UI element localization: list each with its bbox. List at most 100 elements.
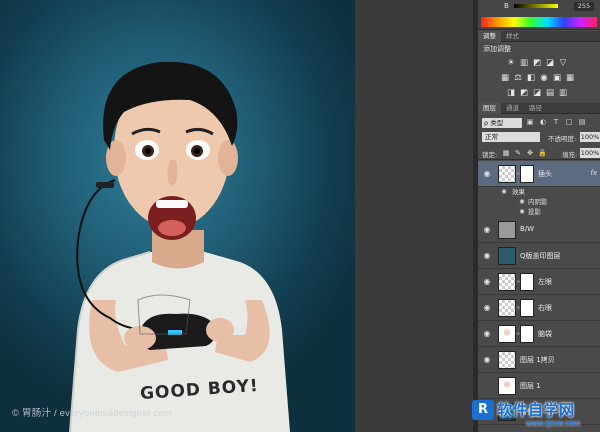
shape-filter-icon[interactable]: □ — [565, 118, 573, 127]
curves-icon[interactable]: ◩ — [532, 58, 542, 68]
effect-label: 投影 — [528, 208, 541, 216]
layer-row-left-eye[interactable]: ◉ ∞ 左眼 — [478, 269, 600, 295]
effect-eye-icon[interactable]: ◉ — [518, 208, 526, 216]
layer-name: 插头 — [538, 170, 552, 178]
exposure-icon[interactable]: ◪ — [545, 58, 555, 68]
brightness-icon[interactable]: ☀ — [506, 58, 516, 68]
visibility-eye-icon[interactable]: ◉ — [482, 303, 492, 313]
layer-thumbnail — [498, 325, 516, 343]
invert-icon[interactable]: ◨ — [506, 88, 516, 98]
effects-eye-icon[interactable]: ◉ — [500, 188, 508, 196]
color-spectrum[interactable] — [481, 17, 597, 27]
site-logo: R 软件自学网 www.rjzxw.com — [470, 398, 600, 432]
layer-list: ◉ ∞ 插头 fx ◉ 效果 ◉ 内阴影 ◉ 投影 ◉ B/W ◉ Q版盖印图层… — [478, 161, 600, 432]
pasteboard — [355, 0, 478, 432]
blend-mode-select[interactable]: 正常 — [482, 132, 540, 142]
visibility-eye-icon[interactable]: ◉ — [482, 355, 492, 365]
effect-eye-icon[interactable]: ◉ — [518, 198, 526, 206]
layer-row-layer1-copy[interactable]: ◉ 图层 1拷贝 — [478, 347, 600, 373]
visibility-eye-icon[interactable]: ◉ — [482, 169, 492, 179]
layer-mask-thumbnail[interactable] — [520, 325, 534, 343]
pixel-filter-icon[interactable]: ▣ — [526, 118, 534, 127]
layer-name: 脑袋 — [538, 330, 552, 338]
effect-row-drop-shadow[interactable]: ◉ 投影 — [478, 207, 600, 217]
adjustments-title: 添加调整 — [483, 45, 511, 53]
caricature-photo — [69, 61, 290, 432]
lock-transparency-icon[interactable]: ▦ — [502, 149, 510, 157]
adjustment-filter-icon[interactable]: ◐ — [539, 118, 547, 127]
fx-icon[interactable]: fx — [590, 169, 597, 177]
panels-dock: B 255 调整 样式 添加调整 ☀ ▥ ◩ ◪ ▽ ▦ ⚖ ◧ ◉ ▣ ▦ ◨… — [478, 0, 600, 432]
layer-row-right-eye[interactable]: ◉ ∞ 右眼 — [478, 295, 600, 321]
site-logo-mark: R — [472, 400, 494, 420]
effect-label: 内阴影 — [528, 198, 548, 206]
adjustments-row-1: ☀ ▥ ◩ ◪ ▽ — [506, 58, 600, 70]
lock-position-icon[interactable]: ✥ — [526, 149, 534, 157]
channel-value[interactable]: 255 — [574, 2, 594, 11]
vibrance-icon[interactable]: ▽ — [558, 58, 568, 68]
layer-thumbnail — [498, 221, 516, 239]
color-lookup-icon[interactable]: ▦ — [565, 73, 575, 83]
layer-filter-row: ρ 类型 ▣ ◐ T □ ▤ — [478, 116, 600, 130]
color-balance-icon[interactable]: ⚖ — [513, 73, 523, 83]
effects-row[interactable]: ◉ 效果 — [478, 187, 600, 197]
tab-layers[interactable]: 图层 — [478, 103, 501, 114]
layer-row-bw[interactable]: ◉ B/W — [478, 217, 600, 243]
adjustments-tabbar: 调整 样式 — [478, 31, 600, 42]
layer-thumbnail — [498, 247, 516, 265]
tab-paths[interactable]: 路径 — [524, 103, 547, 114]
layer-row-head[interactable]: ◉ ∞ 脑袋 — [478, 321, 600, 347]
tab-adjustments[interactable]: 调整 — [478, 31, 501, 42]
levels-icon[interactable]: ▥ — [519, 58, 529, 68]
channel-slider[interactable] — [514, 4, 558, 8]
layer-name: B/W — [520, 225, 535, 233]
layer-name: 图层 1 — [520, 382, 541, 390]
fill-input[interactable]: 100% — [580, 148, 600, 158]
layer-thumbnail — [498, 377, 516, 395]
posterize-icon[interactable]: ◩ — [519, 88, 529, 98]
site-logo-url: www.rjzxw.com — [526, 419, 581, 428]
black-white-icon[interactable]: ◧ — [526, 73, 536, 83]
opacity-input[interactable]: 100% — [580, 132, 600, 142]
threshold-icon[interactable]: ◪ — [532, 88, 542, 98]
layers-tabbar: 图层 通道 路径 — [478, 103, 600, 114]
layer-mask-thumbnail[interactable] — [520, 165, 534, 183]
layer-name: 左眼 — [538, 278, 552, 286]
layer-row-layer1[interactable]: □ 图层 1 — [478, 373, 600, 399]
visibility-toggle-empty[interactable]: □ — [482, 381, 492, 391]
visibility-eye-icon[interactable]: ◉ — [482, 225, 492, 235]
layer-row-stamp[interactable]: ◉ Q版盖印图层 — [478, 243, 600, 269]
adjustments-row-2: ▦ ⚖ ◧ ◉ ▣ ▦ — [500, 73, 600, 85]
effect-row-inner-shadow[interactable]: ◉ 内阴影 — [478, 197, 600, 207]
lock-pixels-icon[interactable]: ✎ — [514, 149, 522, 157]
tab-styles[interactable]: 样式 — [501, 31, 524, 42]
lock-all-icon[interactable]: 🔒 — [538, 149, 547, 157]
lock-row: 锁定: ▦ ✎ ✥ 🔒 填充: 100% — [478, 146, 600, 160]
visibility-eye-icon[interactable]: ◉ — [482, 277, 492, 287]
photo-watermark: © 胃肠汁 / everyoneisadesigner.com — [12, 408, 172, 419]
layer-thumbnail — [498, 299, 516, 317]
type-filter-icon[interactable]: T — [552, 118, 560, 127]
layer-name: 右眼 — [538, 304, 552, 312]
visibility-eye-icon[interactable]: ◉ — [482, 251, 492, 261]
lock-icons: ▦ ✎ ✥ 🔒 — [502, 149, 547, 157]
layer-mask-thumbnail[interactable] — [520, 299, 534, 317]
hue-saturation-icon[interactable]: ▦ — [500, 73, 510, 83]
tab-channels[interactable]: 通道 — [501, 103, 524, 114]
layer-kind-select[interactable]: ρ 类型 — [482, 118, 522, 128]
layer-thumbnail — [498, 273, 516, 291]
visibility-eye-icon[interactable]: ◉ — [482, 329, 492, 339]
layer-thumbnail — [498, 165, 516, 183]
document-canvas[interactable]: GOOD BOY! © 胃肠汁 / everyoneisadesigner.co… — [0, 0, 355, 432]
channel-mixer-icon[interactable]: ▣ — [552, 73, 562, 83]
layer-mask-thumbnail[interactable] — [520, 273, 534, 291]
selective-color-icon[interactable]: ▥ — [558, 88, 568, 98]
gradient-map-icon[interactable]: ▤ — [545, 88, 555, 98]
site-logo-text: 软件自学网 — [497, 401, 575, 419]
layer-name: Q版盖印图层 — [520, 252, 561, 260]
photo-filter-icon[interactable]: ◉ — [539, 73, 549, 83]
channel-label: B — [504, 2, 509, 10]
layer-row-plug[interactable]: ◉ ∞ 插头 fx — [478, 161, 600, 187]
blend-row: 正常 不透明度: 100% — [478, 131, 600, 144]
smart-object-filter-icon[interactable]: ▤ — [578, 118, 586, 127]
